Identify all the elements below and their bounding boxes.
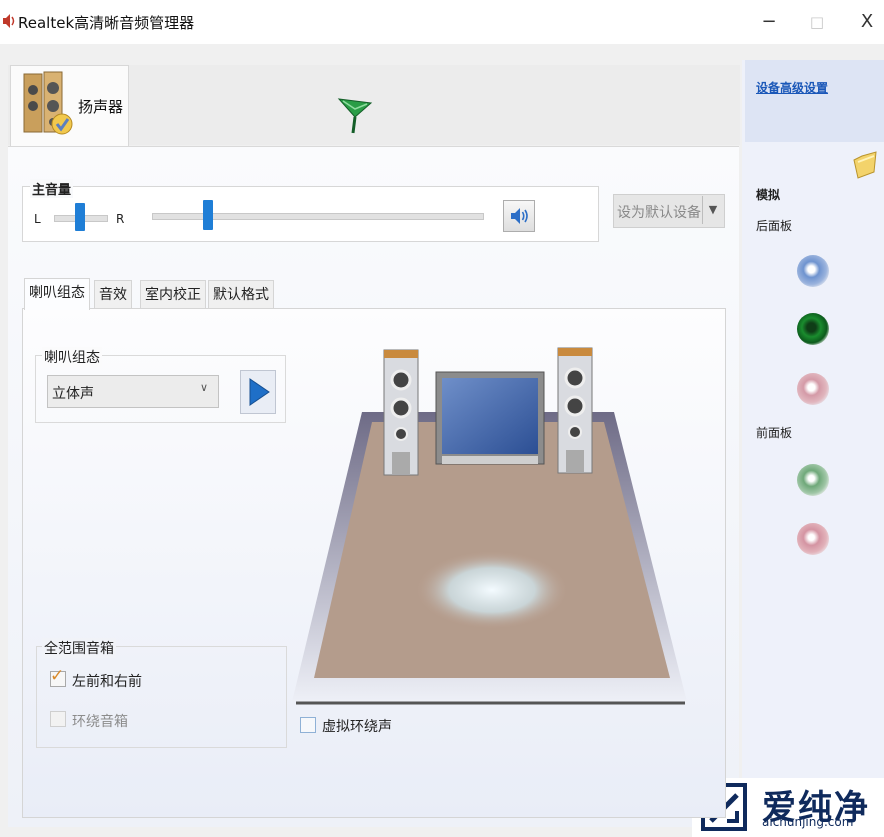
front-jack-green[interactable] [797,464,829,496]
checkmark-icon: ✓ [50,666,65,686]
tab-default-format[interactable]: 默认格式 [208,280,274,309]
back-jack-blue[interactable] [797,255,829,287]
monitor-icon [435,371,545,465]
left-speaker-icon [383,349,419,476]
tab-room-correction[interactable]: 室内校正 [140,280,206,309]
set-default-device-label: 设为默认设备 [617,205,701,221]
virtual-surround-label: 虚拟环绕声 [322,719,392,735]
back-jack-pink[interactable] [797,373,829,405]
surround-speakers-label: 环绕音箱 [72,714,128,730]
close-button[interactable]: X [852,8,882,36]
play-icon [249,378,270,406]
front-panel-label: 前面板 [756,426,793,440]
speaker-config-value: 立体声 [52,386,94,402]
tab-sound-effects[interactable]: 音效 [94,280,132,309]
balance-slider-thumb[interactable] [75,203,85,231]
tab-speakers-label: 扬声器 [78,98,124,116]
surround-speakers-checkbox [50,711,66,727]
play-button[interactable] [240,370,276,414]
mute-button[interactable] [503,200,535,232]
full-range-group-label: 全范围音箱 [42,638,116,658]
balance-left-label: L [34,212,41,226]
chevron-down-icon[interactable]: ▼ [702,196,723,224]
watermark-url: aichunjing.com [762,815,854,829]
maximize-button[interactable]: □ [802,8,832,36]
folder-icon[interactable] [852,150,878,180]
minimize-button[interactable]: − [754,8,784,36]
volume-slider[interactable] [152,213,484,220]
green-connector-icon[interactable] [337,95,373,135]
virtual-surround-checkbox[interactable] [300,717,316,733]
speaker-volume-icon [511,208,528,224]
front-left-right-label: 左前和右前 [72,674,142,690]
speaker-config-group-label: 喇叭组态 [42,347,102,367]
connector-panel-header [745,60,884,142]
tab-speaker-config[interactable]: 喇叭组态 [24,278,90,310]
speaker-room-illustration [292,340,692,710]
full-range-speakers-group [36,646,287,748]
speaker-icon [2,12,16,30]
advanced-device-settings-link[interactable]: 设备高级设置 [756,79,828,96]
back-panel-label: 后面板 [756,219,793,233]
front-jack-pink[interactable] [797,523,829,555]
right-speaker-icon [557,347,593,474]
window-title: Realtek高清晰音频管理器 [18,14,195,32]
chevron-down-icon: ∨ [200,381,209,394]
analog-label: 模拟 [756,188,781,202]
volume-slider-thumb[interactable] [203,200,213,230]
master-volume-label: 主音量 [30,179,74,198]
balance-right-label: R [116,212,125,226]
back-jack-green[interactable] [797,313,829,345]
speakers-icon [22,70,74,138]
